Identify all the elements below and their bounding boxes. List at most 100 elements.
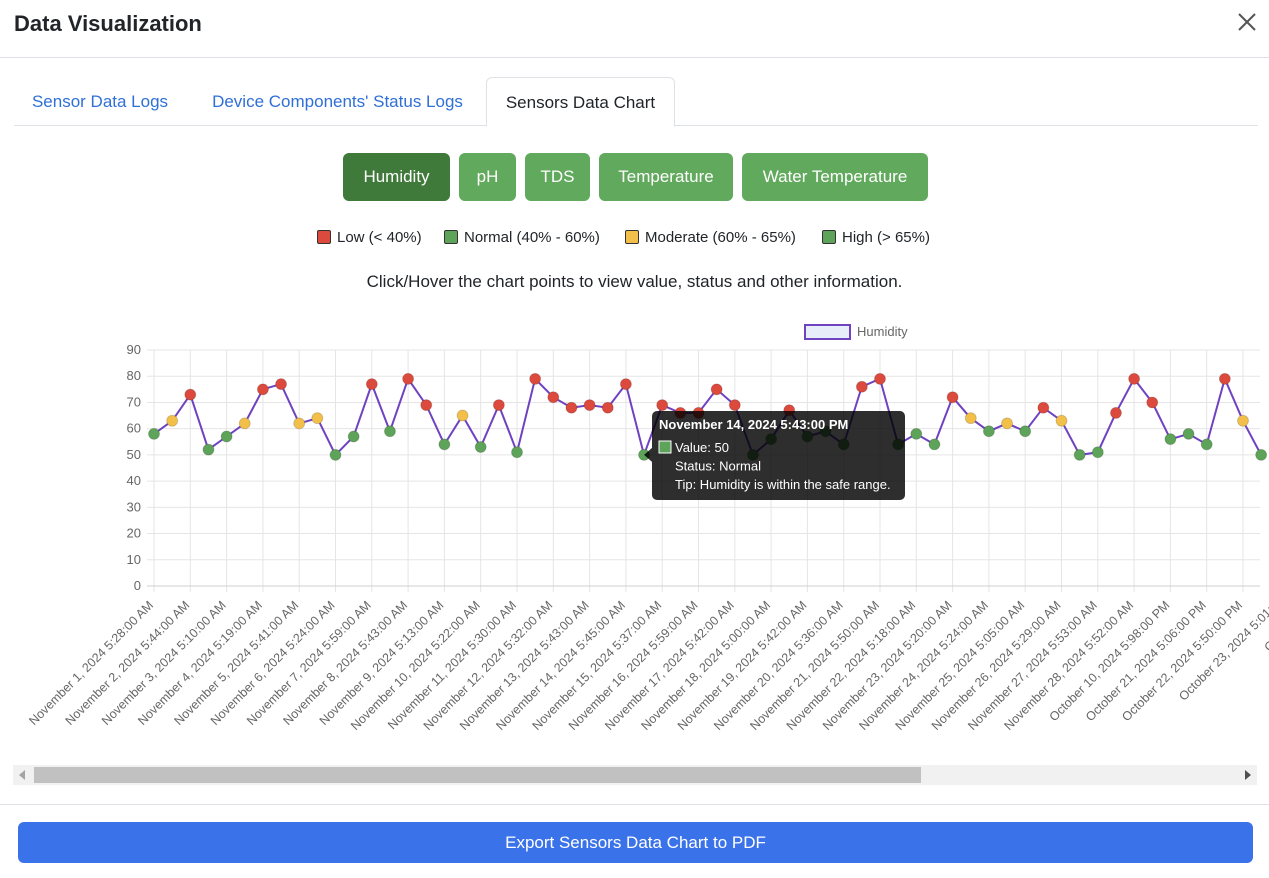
data-point: [1255, 448, 1268, 461]
data-point: [166, 414, 179, 427]
data-point: [601, 401, 614, 414]
data-point: [256, 383, 269, 396]
y-tick-label: 20: [127, 526, 141, 541]
tooltip-line: Value: 50: [675, 440, 729, 455]
data-point: [656, 399, 669, 412]
y-tick-label: 70: [127, 394, 141, 409]
data-point: [148, 427, 160, 440]
data-point: [365, 378, 378, 391]
data-point: [1182, 427, 1195, 440]
footer-divider: [0, 804, 1269, 805]
data-point: [1146, 396, 1159, 409]
legend-high-label: High (> 65%): [842, 229, 930, 246]
data-point: [1091, 446, 1104, 459]
data-point: [982, 425, 995, 438]
data-point: [1019, 425, 1032, 438]
data-point: [1237, 414, 1249, 427]
modal-header: Data Visualization: [0, 0, 1269, 58]
temperature-button[interactable]: Temperature: [599, 153, 733, 201]
scroll-left-icon[interactable]: [19, 770, 25, 780]
chart-hint: Click/Hover the chart points to view val…: [366, 272, 903, 291]
data-point: [710, 383, 723, 396]
legend-normal-swatch: [444, 230, 458, 244]
data-point: [1109, 406, 1122, 419]
close-icon[interactable]: [1235, 10, 1259, 34]
data-point: [1164, 433, 1177, 446]
data-point: [383, 425, 396, 438]
data-point: [420, 399, 433, 412]
legend-normal: Normal (40% - 60%): [444, 228, 600, 248]
data-point: [928, 438, 941, 451]
legend-low-swatch: [317, 230, 331, 244]
data-point: [1073, 448, 1086, 461]
legend-low-label: Low (< 40%): [337, 229, 422, 246]
data-point: [202, 443, 215, 456]
y-tick-label: 0: [134, 578, 141, 593]
data-point: [329, 448, 342, 461]
data-point: [1128, 372, 1141, 385]
data-point: [238, 417, 251, 430]
ph-button[interactable]: pH: [459, 153, 516, 201]
data-point: [619, 378, 632, 391]
data-point: [220, 430, 233, 443]
data-point: [874, 372, 886, 385]
tab-sensors-data-chart[interactable]: Sensors Data Chart: [486, 77, 675, 127]
y-tick-label: 90: [127, 342, 141, 357]
water-temperature-button[interactable]: Water Temperature: [742, 153, 928, 201]
y-tick-label: 50: [127, 447, 141, 462]
data-point: [910, 427, 923, 440]
y-tick-label: 40: [127, 473, 141, 488]
legend-low: Low (< 40%): [317, 228, 422, 248]
data-point: [474, 441, 487, 454]
humidity-button[interactable]: Humidity: [343, 153, 450, 201]
tooltip-line: Tip: Humidity is within the safe range.: [675, 477, 891, 492]
data-point: [728, 399, 741, 412]
y-tick-label: 10: [127, 552, 141, 567]
scroll-right-icon[interactable]: [1245, 770, 1251, 780]
data-point: [275, 378, 288, 391]
modal-title: Data Visualization: [14, 11, 202, 36]
legend-normal-label: Normal (40% - 60%): [464, 229, 600, 246]
data-point: [529, 372, 542, 385]
data-point: [311, 412, 324, 425]
tooltip-title: November 14, 2024 5:43:00 PM: [659, 417, 848, 432]
data-point: [964, 412, 977, 425]
tab-sensor-data-logs[interactable]: Sensor Data Logs: [14, 77, 186, 126]
data-point: [583, 399, 596, 412]
legend-high-swatch: [822, 230, 836, 244]
data-point: [1001, 417, 1014, 430]
status-legend: Low (< 40%) Normal (40% - 60%) Moderate …: [0, 228, 1269, 250]
data-point: [1037, 401, 1050, 414]
data-point: [946, 391, 959, 404]
humidity-line-chart[interactable]: 0102030405060708090November 1, 2024 5:28…: [0, 310, 1269, 765]
series-legend-label: Humidity: [857, 324, 908, 339]
tooltip-color-box: [658, 440, 672, 454]
y-tick-label: 30: [127, 499, 141, 514]
data-point: [1218, 372, 1231, 385]
tab-bar: Sensor Data Logs Device Components' Stat…: [14, 77, 1258, 127]
y-tick-label: 80: [127, 368, 141, 383]
chart-horizontal-scrollbar[interactable]: [13, 765, 1257, 785]
data-point: [1055, 414, 1068, 427]
legend-moderate: Moderate (60% - 65%): [625, 228, 796, 248]
tooltip-line: Status: Normal: [675, 459, 761, 474]
data-point: [438, 438, 451, 451]
data-point: [511, 446, 523, 459]
data-point: [547, 391, 560, 404]
data-point: [1200, 438, 1213, 451]
scroll-thumb[interactable]: [34, 767, 921, 783]
data-point: [565, 401, 578, 414]
legend-moderate-swatch: [625, 230, 639, 244]
series-legend-swatch: [804, 324, 851, 340]
tds-button[interactable]: TDS: [525, 153, 590, 201]
data-point: [492, 399, 505, 412]
legend-moderate-label: Moderate (60% - 65%): [645, 229, 796, 246]
y-tick-label: 60: [127, 421, 141, 436]
tab-device-components-status-logs[interactable]: Device Components' Status Logs: [190, 77, 485, 126]
export-pdf-button[interactable]: Export Sensors Data Chart to PDF: [18, 822, 1253, 863]
data-point: [347, 430, 360, 443]
data-point: [293, 417, 306, 430]
data-point: [855, 380, 868, 393]
data-point: [184, 388, 197, 401]
data-point: [402, 372, 415, 385]
